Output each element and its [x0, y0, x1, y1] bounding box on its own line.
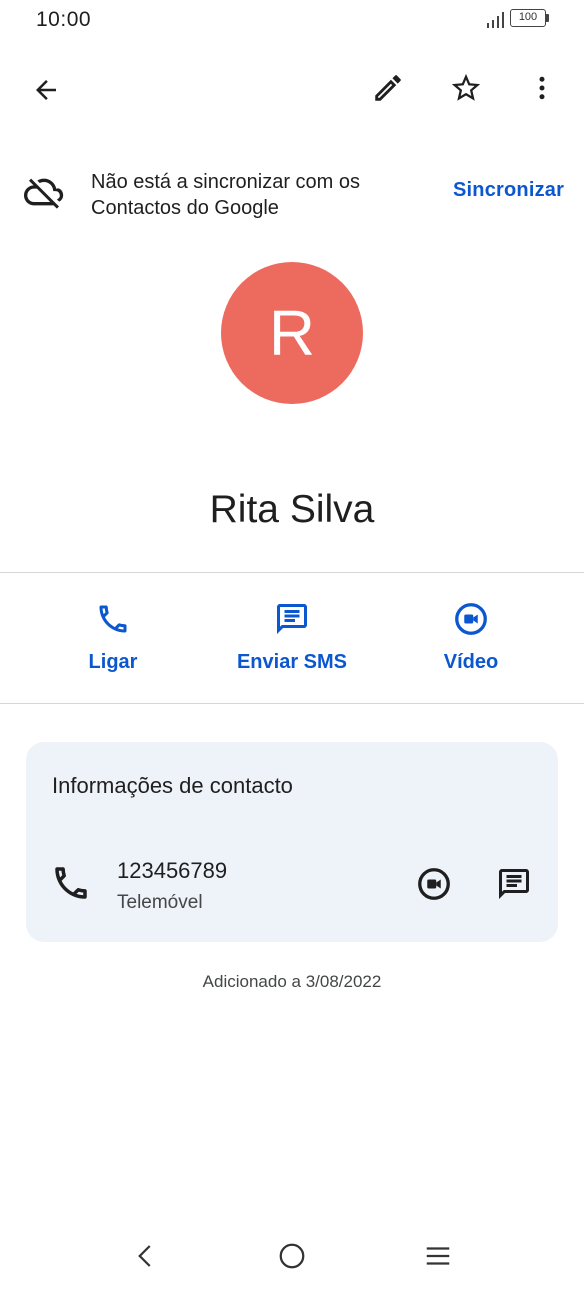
phone-icon [99, 605, 127, 633]
video-call-icon [418, 868, 450, 900]
nav-back-button[interactable] [126, 1236, 166, 1276]
edit-button[interactable] [364, 64, 412, 112]
divider [0, 572, 584, 573]
avatar: R [221, 262, 363, 404]
status-time: 10:00 [36, 8, 92, 31]
battery-icon: 100 [510, 9, 550, 27]
edit-pencil-icon [375, 75, 401, 101]
video-call-icon [455, 603, 487, 635]
sms-action[interactable]: Enviar SMS [212, 599, 372, 674]
phone-type: Telemóvel [117, 892, 203, 913]
back-arrow-icon [36, 80, 56, 100]
contact-info-card [26, 742, 558, 942]
nav-menu-icon [426, 1247, 450, 1265]
nav-menu-button[interactable] [418, 1236, 458, 1276]
favorite-button[interactable] [442, 64, 490, 112]
star-outline-icon [451, 73, 481, 101]
phone-icon [55, 867, 87, 899]
video-action[interactable]: Vídeo [391, 599, 551, 674]
nav-back-icon [138, 1245, 151, 1267]
call-action[interactable]: Ligar [33, 599, 193, 674]
back-button[interactable] [22, 66, 70, 114]
battery-level: 100 [510, 9, 546, 27]
more-options-button[interactable] [518, 64, 566, 112]
nav-home-icon [279, 1243, 305, 1269]
more-vert-icon [539, 76, 545, 100]
video-label: Vídeo [443, 651, 499, 673]
divider [0, 703, 584, 704]
cloud-off-icon [24, 178, 64, 209]
phone-sms-button[interactable] [492, 862, 536, 906]
signal-icon [487, 12, 504, 28]
contact-name: Rita Silva [209, 488, 375, 531]
message-icon [499, 869, 529, 899]
phone-number[interactable]: 123456789 [117, 858, 227, 884]
card-title: Informações de contacto [52, 773, 293, 798]
nav-home-button[interactable] [272, 1236, 312, 1276]
message-icon [277, 604, 307, 634]
phone-video-button[interactable] [412, 862, 456, 906]
sms-label: Enviar SMS [236, 651, 348, 673]
added-date: Adicionado a 3/08/2022 [202, 972, 382, 991]
sync-button[interactable]: Sincronizar [453, 179, 564, 202]
sync-message: Não está a sincronizar com os Contactos … [91, 171, 361, 219]
call-label: Ligar [88, 651, 138, 673]
